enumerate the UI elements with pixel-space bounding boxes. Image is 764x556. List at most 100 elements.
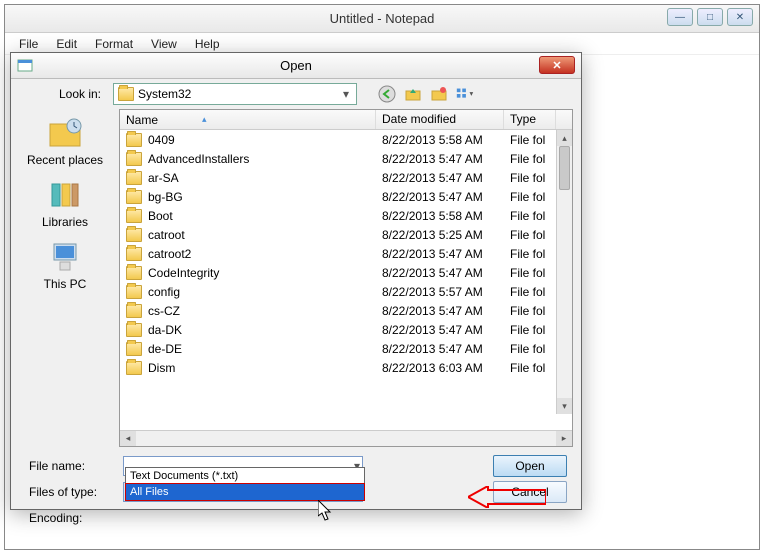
minimize-button[interactable]: — [667,8,693,26]
table-row[interactable]: cs-CZ 8/22/2013 5:47 AMFile fol [120,301,572,320]
notepad-titlebar[interactable]: Untitled - Notepad — □ ✕ [5,5,759,33]
row-type: File fol [504,228,556,242]
place-recent[interactable]: Recent places [20,115,110,167]
lookin-combo[interactable]: System32 ▾ [113,83,357,105]
row-name: bg-BG [148,190,183,204]
row-date: 8/22/2013 5:47 AM [376,247,504,261]
filetype-label: Files of type: [19,485,115,499]
row-name: AdvancedInstallers [148,152,249,166]
table-row[interactable]: catroot28/22/2013 5:47 AMFile fol [120,244,572,263]
dialog-close-button[interactable]: ✕ [539,56,575,74]
place-libraries-label: Libraries [42,215,88,229]
vertical-scrollbar[interactable]: ▴ ▾ [556,130,572,414]
scroll-left-icon[interactable]: ◂ [120,431,136,446]
menu-edit[interactable]: Edit [48,35,85,52]
dialog-titlebar[interactable]: Open ✕ [11,53,581,79]
folder-icon [126,209,142,223]
col-name-header[interactable]: Name▴ [120,110,376,129]
scroll-up-icon[interactable]: ▴ [557,130,572,146]
row-type: File fol [504,304,556,318]
annotation-arrow-icon [468,486,546,508]
row-date: 8/22/2013 5:25 AM [376,228,504,242]
folder-icon [126,228,142,242]
filetype-option-txt[interactable]: Text Documents (*.txt) [126,468,364,484]
table-row[interactable]: Dism 8/22/2013 6:03 AMFile fol [120,358,572,377]
open-button[interactable]: Open [493,455,567,477]
window-controls: — □ ✕ [667,8,753,26]
row-type: File fol [504,323,556,337]
dialog-main: Recent places Libraries This PC Name▴ Da… [11,109,581,447]
row-type: File fol [504,190,556,204]
row-type: File fol [504,133,556,147]
recent-places-icon [45,115,85,151]
col-date-header[interactable]: Date modified [376,110,504,129]
row-name: config [148,285,180,299]
list-header[interactable]: Name▴ Date modified Type [120,110,572,130]
filetype-dropdown[interactable]: Text Documents (*.txt) All Files [125,467,365,501]
maximize-button[interactable]: □ [697,8,723,26]
thispc-icon [45,239,85,275]
dialog-icon [17,57,33,73]
row-name: Dism [148,361,175,375]
table-row[interactable]: Boot8/22/2013 5:58 AMFile fol [120,206,572,225]
row-name: cs-CZ [148,304,180,318]
folder-icon [126,171,142,185]
folder-icon [126,190,142,204]
lookin-value: System32 [138,87,191,101]
folder-icon [126,152,142,166]
view-menu-icon[interactable] [455,84,475,104]
table-row[interactable]: AdvancedInstallers8/22/2013 5:47 AMFile … [120,149,572,168]
row-date: 8/22/2013 5:58 AM [376,133,504,147]
table-row[interactable]: da-DK8/22/2013 5:47 AMFile fol [120,320,572,339]
scroll-down-icon[interactable]: ▾ [557,398,572,414]
row-date: 8/22/2013 6:03 AM [376,361,504,375]
list-body[interactable]: ▴ ▾ 04098/22/2013 5:58 AMFile folAdvance… [120,130,572,430]
chevron-down-icon: ▾ [339,87,353,101]
place-libraries[interactable]: Libraries [20,177,110,229]
back-icon[interactable] [377,84,397,104]
row-date: 8/22/2013 5:57 AM [376,285,504,299]
scroll-thumb[interactable] [559,146,570,190]
close-button[interactable]: ✕ [727,8,753,26]
place-thispc-label: This PC [44,277,87,291]
table-row[interactable]: catroot8/22/2013 5:25 AMFile fol [120,225,572,244]
table-row[interactable]: CodeIntegrity8/22/2013 5:47 AMFile fol [120,263,572,282]
menu-view[interactable]: View [143,35,185,52]
row-name: catroot2 [148,247,191,261]
folder-icon [126,361,142,375]
up-folder-icon[interactable] [403,84,423,104]
encoding-label: Encoding: [19,511,115,525]
scroll-right-icon[interactable]: ▸ [556,431,572,446]
horizontal-scrollbar[interactable]: ◂ ▸ [120,430,572,446]
row-date: 8/22/2013 5:47 AM [376,171,504,185]
menu-help[interactable]: Help [187,35,228,52]
new-folder-icon[interactable] [429,84,449,104]
menu-file[interactable]: File [11,35,46,52]
filetype-option-all[interactable]: All Files [125,483,365,501]
col-scroll-spacer [556,110,572,129]
row-name: 0409 [148,133,175,147]
table-row[interactable]: de-DE8/22/2013 5:47 AMFile fol [120,339,572,358]
place-thispc[interactable]: This PC [20,239,110,291]
table-row[interactable]: 0409 8/22/2013 5:58 AMFile fol [120,130,572,149]
row-type: File fol [504,361,556,375]
table-row[interactable]: bg-BG8/22/2013 5:47 AMFile fol [120,187,572,206]
folder-icon [126,266,142,280]
row-date: 8/22/2013 5:58 AM [376,209,504,223]
row-name: ar-SA [148,171,179,185]
col-type-header[interactable]: Type [504,110,556,129]
folder-icon [126,342,142,356]
lookin-row: Look in: System32 ▾ [11,79,581,109]
table-row[interactable]: ar-SA8/22/2013 5:47 AMFile fol [120,168,572,187]
menu-format[interactable]: Format [87,35,141,52]
folder-icon [126,133,142,147]
row-name: CodeIntegrity [148,266,219,280]
sort-arrow-icon: ▴ [202,114,207,125]
folder-icon [126,304,142,318]
row-name: de-DE [148,342,182,356]
row-date: 8/22/2013 5:47 AM [376,304,504,318]
place-recent-label: Recent places [27,153,103,167]
table-row[interactable]: config8/22/2013 5:57 AMFile fol [120,282,572,301]
row-name: da-DK [148,323,182,337]
folder-icon [126,323,142,337]
